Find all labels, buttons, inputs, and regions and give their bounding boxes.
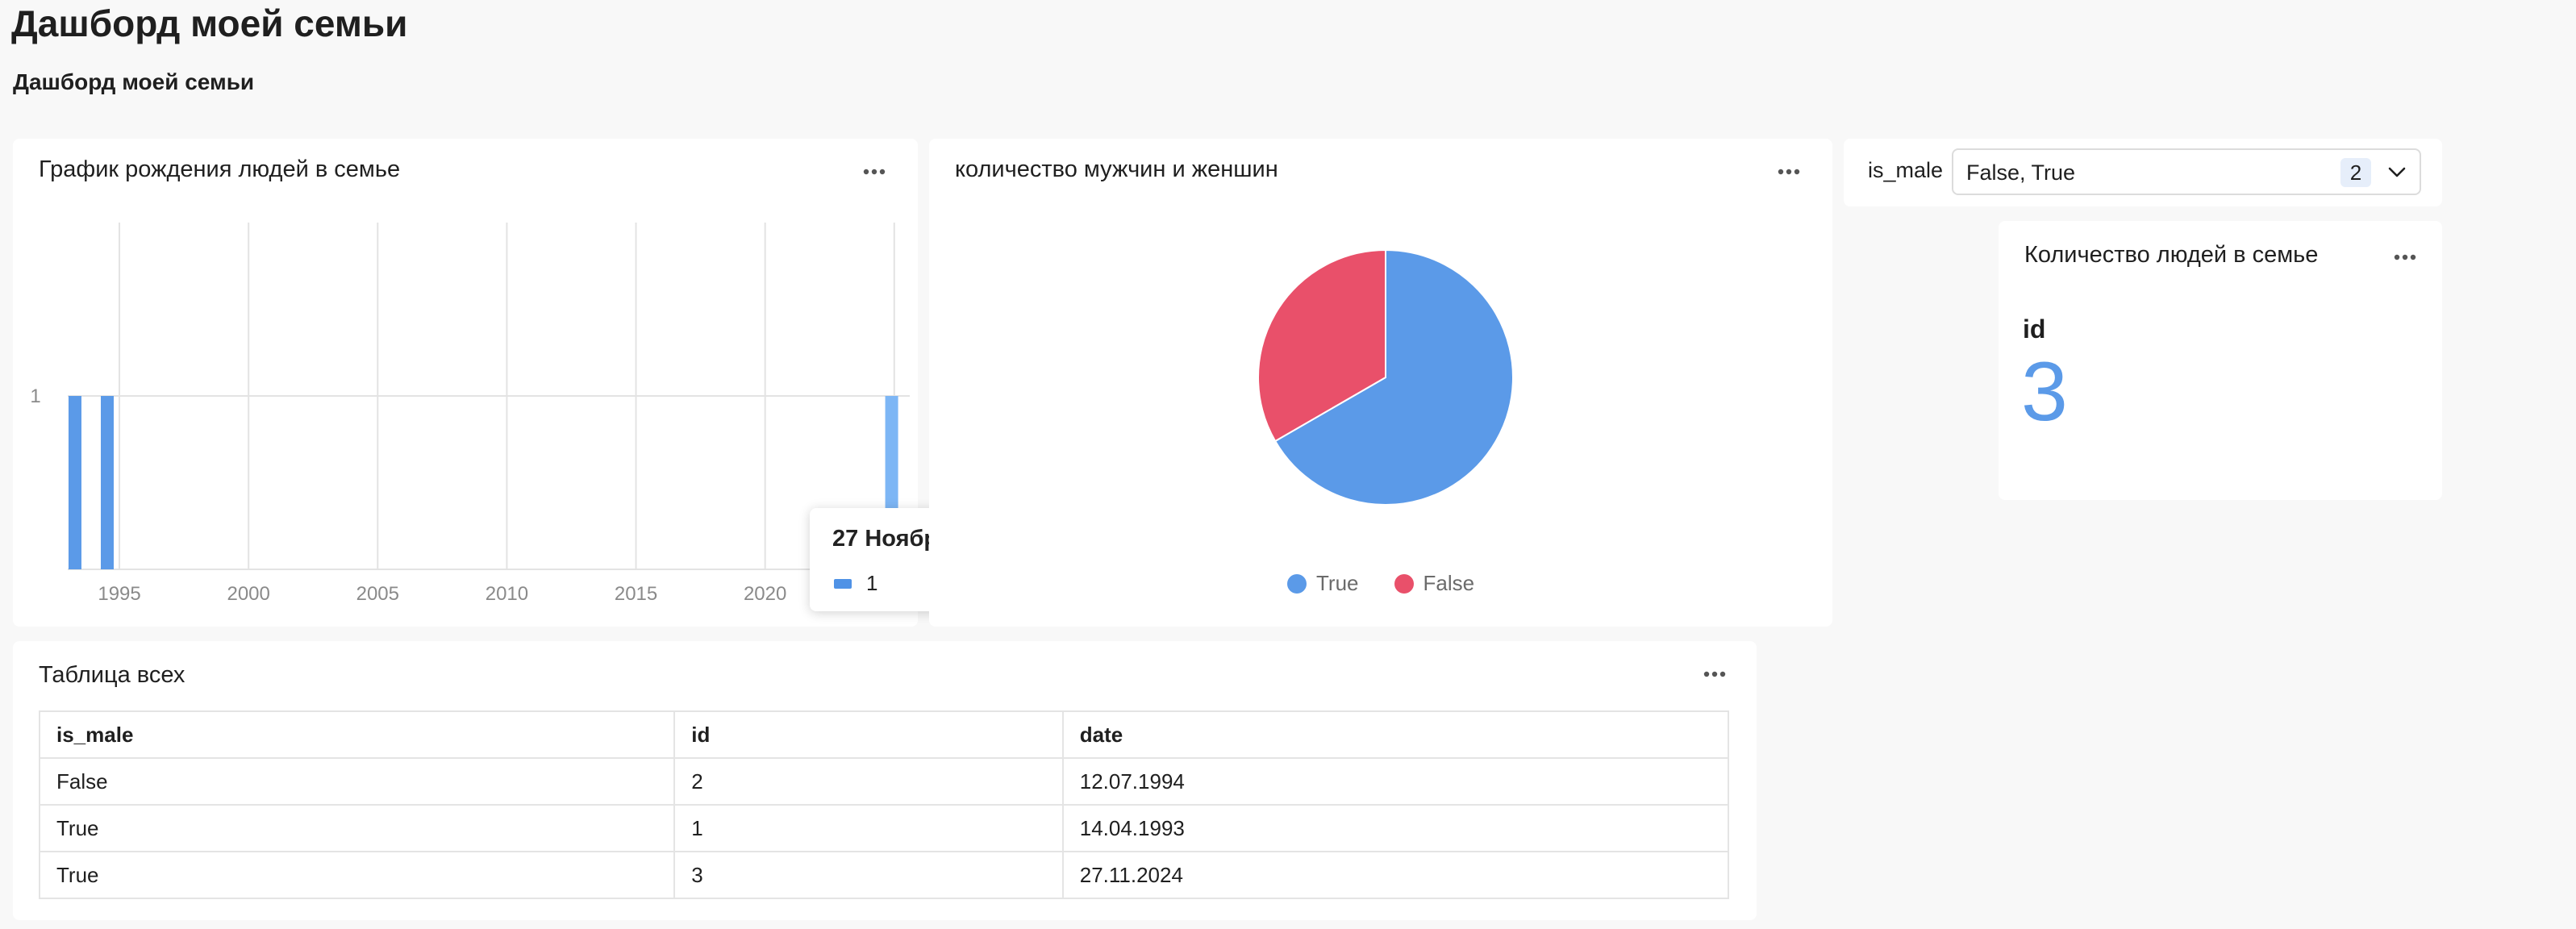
column-header[interactable]: is_male <box>38 710 676 759</box>
table-cell: False <box>38 757 676 806</box>
x-tick-label: 2015 <box>615 583 657 605</box>
people-count-title: Количество людей в семье <box>2024 242 2319 268</box>
table-row: False 2 12.07.1994 <box>38 757 1730 806</box>
table-cell: 12.07.1994 <box>1061 757 1730 806</box>
x-tick-label: 2010 <box>486 583 528 605</box>
gender-pie-widget: количество мужчин и женшин True False <box>929 139 1832 627</box>
filter-selected-count-badge: 2 <box>2340 158 2371 187</box>
legend-swatch <box>1287 573 1307 594</box>
legend-label: True <box>1316 571 1359 595</box>
bar[interactable] <box>68 396 81 569</box>
page-subtitle: Дашборд моей семьи <box>13 69 255 94</box>
table-title: Таблица всех <box>39 662 185 688</box>
table-cell: 3 <box>673 851 1064 899</box>
all-people-table-widget: Таблица всех is_male id date False 2 12.… <box>13 641 1757 920</box>
x-tick-label: 2005 <box>356 583 399 605</box>
bar[interactable] <box>100 396 114 569</box>
filter-label: is_male <box>1868 158 1944 182</box>
x-tick-label: 1995 <box>98 583 140 605</box>
people-count-widget: Количество людей в семье id 3 <box>1999 221 2442 500</box>
table-cell: 2 <box>673 757 1064 806</box>
metric-value: 3 <box>2021 345 2068 439</box>
table-cell: 27.11.2024 <box>1061 851 1730 899</box>
gender-pie-chart <box>1257 248 1514 506</box>
x-tick-label: 2020 <box>744 583 786 605</box>
table-header-row: is_male id date <box>38 710 1730 759</box>
table-cell: 1 <box>673 804 1064 852</box>
tooltip-series-swatch <box>834 578 852 589</box>
birth-bar-chart: 1995200020052010201520202025 1 <box>30 223 915 605</box>
birth-chart-widget: График рождения людей в семье 1995 2000 20… <box>13 139 1068 627</box>
more-options-icon[interactable] <box>1699 662 1731 686</box>
chevron-down-icon <box>2386 161 2408 188</box>
legend-item-true[interactable]: True <box>1287 571 1359 596</box>
y-tick-label: 1 <box>30 385 40 407</box>
metric-caption: id <box>2023 315 2046 344</box>
tooltip-series-label: 1 <box>866 571 878 595</box>
column-header[interactable]: id <box>673 710 1064 759</box>
column-header[interactable]: date <box>1061 710 1730 759</box>
table-cell: True <box>38 804 676 852</box>
table-row: True 1 14.04.1993 <box>38 804 1730 852</box>
filter-selected-value: False, True <box>1966 160 2076 185</box>
is-male-select[interactable]: False, True 2 <box>1952 148 2421 195</box>
page-title: Дашборд моей семьи <box>11 2 408 44</box>
legend-swatch <box>1394 573 1414 594</box>
table-cell: True <box>38 851 676 899</box>
x-tick-label: 2000 <box>227 583 269 605</box>
legend-label: False <box>1423 571 1475 595</box>
people-table: is_male id date False 2 12.07.1994 True … <box>38 710 1730 899</box>
more-options-icon[interactable] <box>2389 245 2421 269</box>
table-row: True 3 27.11.2024 <box>38 851 1730 899</box>
table-cell: 14.04.1993 <box>1061 804 1730 852</box>
is-male-filter-widget: is_male False, True 2 <box>1844 139 2442 206</box>
legend-item-false[interactable]: False <box>1394 571 1475 596</box>
pie-legend: True False <box>1287 571 1474 596</box>
